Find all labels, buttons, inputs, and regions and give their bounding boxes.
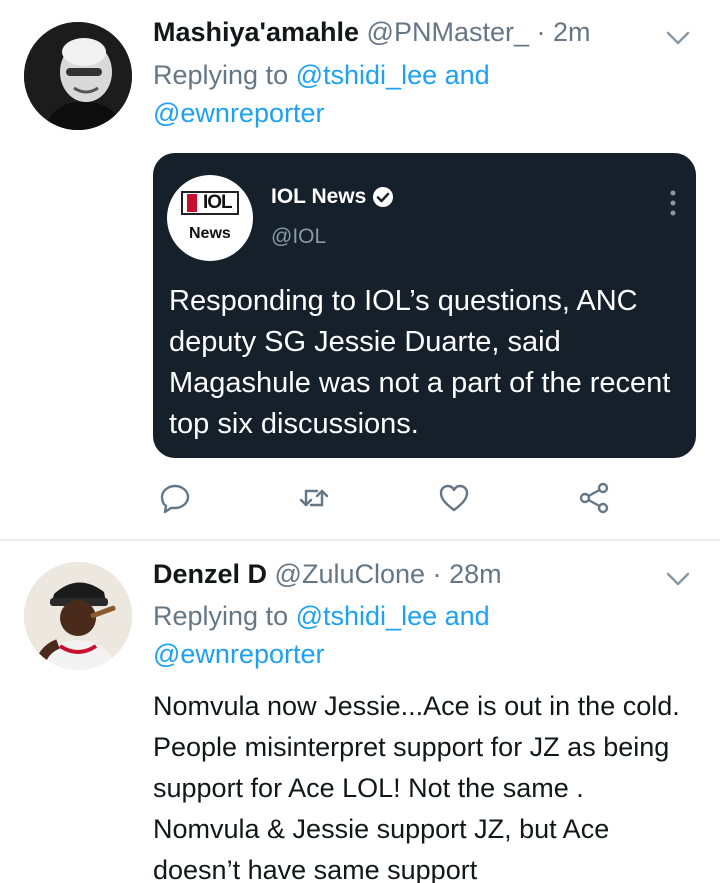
timestamp[interactable]: 2m — [553, 17, 591, 47]
like-icon — [439, 484, 469, 512]
logo-red-bar — [187, 194, 197, 212]
retweet-icon — [299, 489, 329, 507]
quoted-name-row: IOL News — [271, 185, 394, 209]
mention-link[interactable]: @tshidi_lee — [296, 60, 438, 90]
separator: · — [536, 17, 546, 47]
mention-conjunction[interactable]: and — [445, 601, 490, 631]
verified-badge-icon — [373, 187, 394, 207]
avatar[interactable] — [24, 22, 132, 130]
logo-text: IOL — [203, 192, 233, 213]
retweet-button[interactable] — [297, 481, 331, 515]
user-handle[interactable]: @ZuluClone — [275, 559, 425, 589]
tweet-header: Mashiya'amahle @PNMaster_ · 2m — [153, 16, 591, 48]
avatar[interactable] — [24, 562, 132, 670]
profile-photo-icon — [24, 562, 132, 670]
replying-to: Replying to @tshidi_lee and @ewnreporter — [153, 56, 490, 132]
replying-prefix: Replying to — [153, 60, 289, 90]
tweet-actions — [153, 481, 623, 517]
logo-frame: IOL — [181, 191, 239, 215]
chevron-down-icon[interactable] — [664, 569, 692, 589]
share-icon — [579, 482, 609, 514]
user-handle[interactable]: @PNMaster_ — [367, 17, 529, 47]
tweet-text: Nomvula now Jessie...Ace is out in the c… — [153, 691, 680, 883]
display-name[interactable]: Denzel D — [153, 559, 267, 589]
tweet-header: Denzel D @ZuluClone · 28m — [153, 558, 502, 590]
quoted-handle[interactable]: @IOL — [271, 225, 326, 249]
like-button[interactable] — [437, 481, 471, 515]
display-name[interactable]: Mashiya'amahle — [153, 17, 359, 47]
reply-icon — [160, 484, 190, 514]
chevron-down-icon[interactable] — [664, 28, 692, 48]
mention-conjunction[interactable]: and — [445, 60, 490, 90]
tweet[interactable]: Denzel D @ZuluClone · 28m Replying to @t… — [0, 541, 720, 883]
mention-link[interactable]: @ewnreporter — [153, 639, 324, 669]
iol-logo[interactable]: IOL News — [167, 175, 253, 261]
logo-subtext: News — [189, 225, 231, 242]
reply-button[interactable] — [158, 481, 192, 515]
separator: · — [432, 559, 442, 589]
mention-link[interactable]: @tshidi_lee — [296, 601, 438, 631]
share-button[interactable] — [577, 481, 611, 515]
quoted-tweet-text: Responding to IOL’s questions, ANC deput… — [169, 285, 671, 440]
quoted-display-name[interactable]: IOL News — [271, 185, 366, 209]
timestamp[interactable]: 28m — [449, 559, 502, 589]
replying-prefix: Replying to — [153, 601, 289, 631]
tweet[interactable]: Mashiya'amahle @PNMaster_ · 2m Replying … — [0, 0, 720, 541]
mention-link[interactable]: @ewnreporter — [153, 98, 324, 128]
replying-to: Replying to @tshidi_lee and @ewnreporter — [153, 597, 490, 673]
more-options-icon[interactable] — [670, 189, 676, 217]
quoted-tweet-card[interactable]: IOL News IOL News @IOL Responding to IOL… — [153, 153, 696, 458]
profile-photo-icon — [24, 22, 132, 130]
